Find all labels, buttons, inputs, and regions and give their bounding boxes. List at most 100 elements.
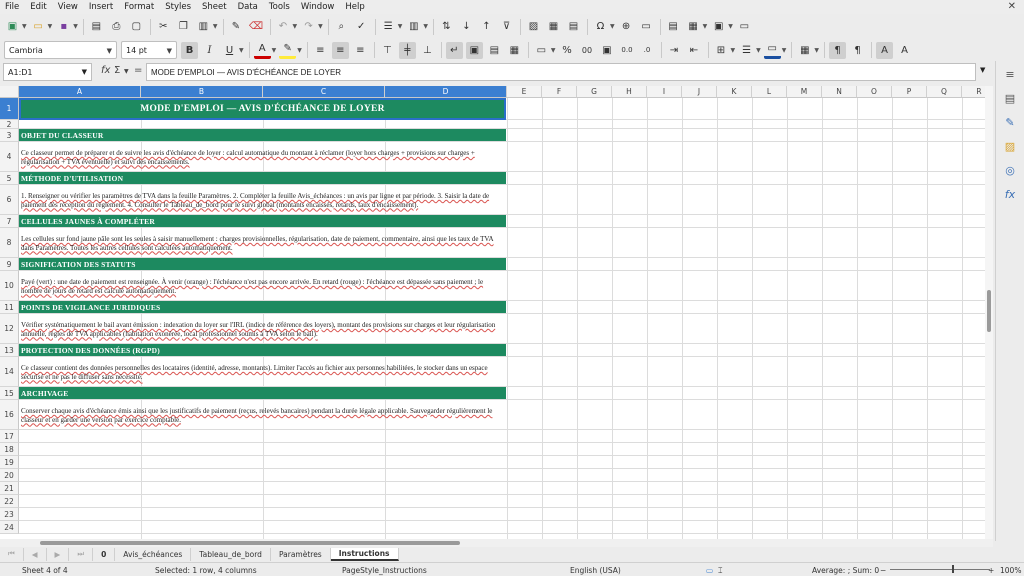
function-wizard-icon[interactable]: fx	[101, 65, 110, 76]
insert-chart-icon[interactable]: ▦	[545, 18, 562, 35]
sheet-tab-parametres[interactable]: Paramètres	[271, 547, 331, 561]
find-replace-icon[interactable]: ⌕	[333, 18, 350, 35]
menu-item-help[interactable]: Help	[345, 2, 364, 12]
row-header-22[interactable]: 22	[0, 495, 19, 508]
cut-icon[interactable]: ✂	[155, 18, 172, 35]
chevron-down-icon[interactable]: ▼	[756, 47, 761, 54]
zoom-out-icon[interactable]: −	[880, 566, 886, 575]
merge-cells-icon[interactable]: ▤	[486, 42, 503, 59]
chevron-down-icon[interactable]: ▼	[124, 68, 129, 75]
open-folder-icon[interactable]: ▭	[30, 18, 47, 35]
number-format-button[interactable]: 00	[579, 42, 596, 59]
add-decimal-place-button[interactable]: 0.0	[619, 42, 636, 59]
section-text-cell[interactable]: Conserver chaque avis d'échéance émis ai…	[19, 400, 506, 429]
column-header-f[interactable]: F	[542, 86, 577, 98]
italic-button[interactable]: I	[201, 42, 218, 59]
font-name-combo[interactable]: Cambria ▼	[4, 41, 117, 59]
sort-icon[interactable]: ⇅	[438, 18, 455, 35]
zoom-in-icon[interactable]: +	[988, 566, 994, 575]
wrap-text-icon[interactable]: ↵	[445, 41, 463, 59]
export-pdf-icon[interactable]: ▤	[88, 18, 105, 35]
spreadsheet-grid[interactable]: A B C D E F G H I J K L M N O P Q R 1 2 3 4 5 6 7 8 9 10 11 12 13 14 15 1…	[0, 86, 993, 539]
chevron-down-icon[interactable]: ▼	[814, 47, 819, 54]
menu-item-data[interactable]: Data	[238, 2, 258, 12]
align-left-icon[interactable]: ≡	[312, 42, 329, 59]
autofilter-icon[interactable]: ⊽	[498, 18, 515, 35]
menu-item-sheet[interactable]: Sheet	[202, 2, 227, 12]
menu-item-edit[interactable]: Edit	[30, 2, 46, 12]
chevron-down-icon[interactable]: ▼	[272, 47, 277, 54]
title-cell[interactable]: MODE D'EMPLOI — AVIS D'ÉCHÉANCE DE LOYER	[19, 98, 506, 120]
chevron-down-icon[interactable]: ▼	[703, 23, 708, 30]
menu-item-window[interactable]: Window	[301, 2, 335, 12]
chevron-down-icon[interactable]: ▼	[48, 23, 53, 30]
row-header-10[interactable]: 10	[0, 271, 19, 301]
row-header-20[interactable]: 20	[0, 469, 19, 482]
scroll-next-sheet-icon[interactable]: ▶	[47, 547, 70, 561]
row-header-2[interactable]: 2	[0, 120, 19, 129]
row-header-15[interactable]: 15	[0, 387, 19, 400]
pivot-table-icon[interactable]: ▤	[565, 18, 582, 35]
menu-item-tools[interactable]: Tools	[269, 2, 290, 12]
row-icon[interactable]: ☰	[380, 18, 397, 35]
headers-footers-icon[interactable]: ▤	[665, 18, 682, 35]
new-document-icon[interactable]: ▣	[4, 18, 21, 35]
sheet-tab-instructions[interactable]: Instructions	[330, 547, 399, 561]
border-style-icon[interactable]: ☰	[738, 42, 755, 59]
align-right-icon[interactable]: ≡	[352, 42, 369, 59]
sort-descending-icon[interactable]: ↑	[478, 18, 495, 35]
bold-button[interactable]: B	[181, 41, 198, 59]
underline-button[interactable]: U	[221, 42, 238, 59]
column-header-b[interactable]: B	[141, 86, 263, 98]
styles-icon[interactable]: ✎	[1003, 115, 1017, 129]
section-heading-cell[interactable]: CELLULES JAUNES À COMPLÉTER	[19, 215, 506, 227]
row-header-23[interactable]: 23	[0, 508, 19, 521]
status-language[interactable]: English (USA)	[570, 566, 621, 575]
text-orientation-icon[interactable]: A	[876, 41, 893, 59]
chevron-down-icon[interactable]: ▼	[610, 23, 615, 30]
section-heading-cell[interactable]: PROTECTION DES DONNÉES (RGPD)	[19, 344, 506, 356]
row-header-24[interactable]: 24	[0, 521, 19, 534]
define-print-area-icon[interactable]: ▦	[685, 18, 702, 35]
percent-format-button[interactable]: %	[559, 42, 576, 59]
scrollbar-thumb[interactable]	[987, 290, 991, 332]
column-header-o[interactable]: O	[857, 86, 892, 98]
chevron-down-icon[interactable]: ▼	[731, 47, 736, 54]
horizontal-scrollbar[interactable]	[0, 539, 993, 547]
close-document-icon[interactable]: ✕	[1008, 1, 1016, 12]
row-header-9[interactable]: 9	[0, 258, 19, 271]
section-heading-cell[interactable]: POINTS DE VIGILANCE JURIDIQUES	[19, 301, 506, 313]
add-sheet-button[interactable]: 0	[93, 547, 116, 561]
decrease-indent-icon[interactable]: ⇤	[686, 42, 703, 59]
section-heading-cell[interactable]: ARCHIVAGE	[19, 387, 506, 399]
paste-icon[interactable]: ▥	[195, 18, 212, 35]
column-header-e[interactable]: E	[507, 86, 542, 98]
date-format-icon[interactable]: ▣	[599, 42, 616, 59]
chevron-down-icon[interactable]: ▼	[423, 23, 428, 30]
chevron-down-icon[interactable]: ▼	[73, 23, 78, 30]
right-to-left-icon[interactable]: ¶	[849, 42, 866, 59]
functions-icon[interactable]: fx	[1003, 187, 1017, 201]
sum-icon[interactable]: Σ	[114, 65, 120, 76]
chevron-down-icon[interactable]: ▼	[782, 47, 787, 54]
chevron-down-icon[interactable]: ▼	[398, 23, 403, 30]
status-summary[interactable]: Average: ; Sum: 0	[812, 566, 879, 575]
section-heading-cell[interactable]: SIGNIFICATION DES STATUTS	[19, 258, 506, 270]
column-header-l[interactable]: L	[752, 86, 787, 98]
row-header-17[interactable]: 17	[0, 430, 19, 443]
redo-icon[interactable]: ↷	[300, 18, 317, 35]
row-header-13[interactable]: 13	[0, 344, 19, 357]
formula-icon[interactable]: =	[134, 65, 142, 76]
align-center-icon[interactable]: ≡	[331, 41, 349, 59]
special-character-icon[interactable]: Ω	[592, 18, 609, 35]
zoom-slider-handle[interactable]	[952, 565, 954, 573]
scroll-last-sheet-icon[interactable]: ⏭	[69, 547, 94, 561]
sheet-tab-tableau-de-bord[interactable]: Tableau_de_bord	[191, 547, 271, 561]
section-text-cell[interactable]: Les cellules sur fond jaune pâle sont le…	[19, 228, 506, 257]
section-heading-cell[interactable]: OBJET DU CLASSEUR	[19, 129, 506, 141]
conditional-format-icon[interactable]: ▦	[796, 42, 813, 59]
row-header-3[interactable]: 3	[0, 129, 19, 142]
font-size-combo[interactable]: 14 pt ▼	[121, 41, 177, 59]
chevron-down-icon[interactable]: ▼	[728, 23, 733, 30]
expand-formula-bar-icon[interactable]: ▼	[980, 66, 985, 74]
